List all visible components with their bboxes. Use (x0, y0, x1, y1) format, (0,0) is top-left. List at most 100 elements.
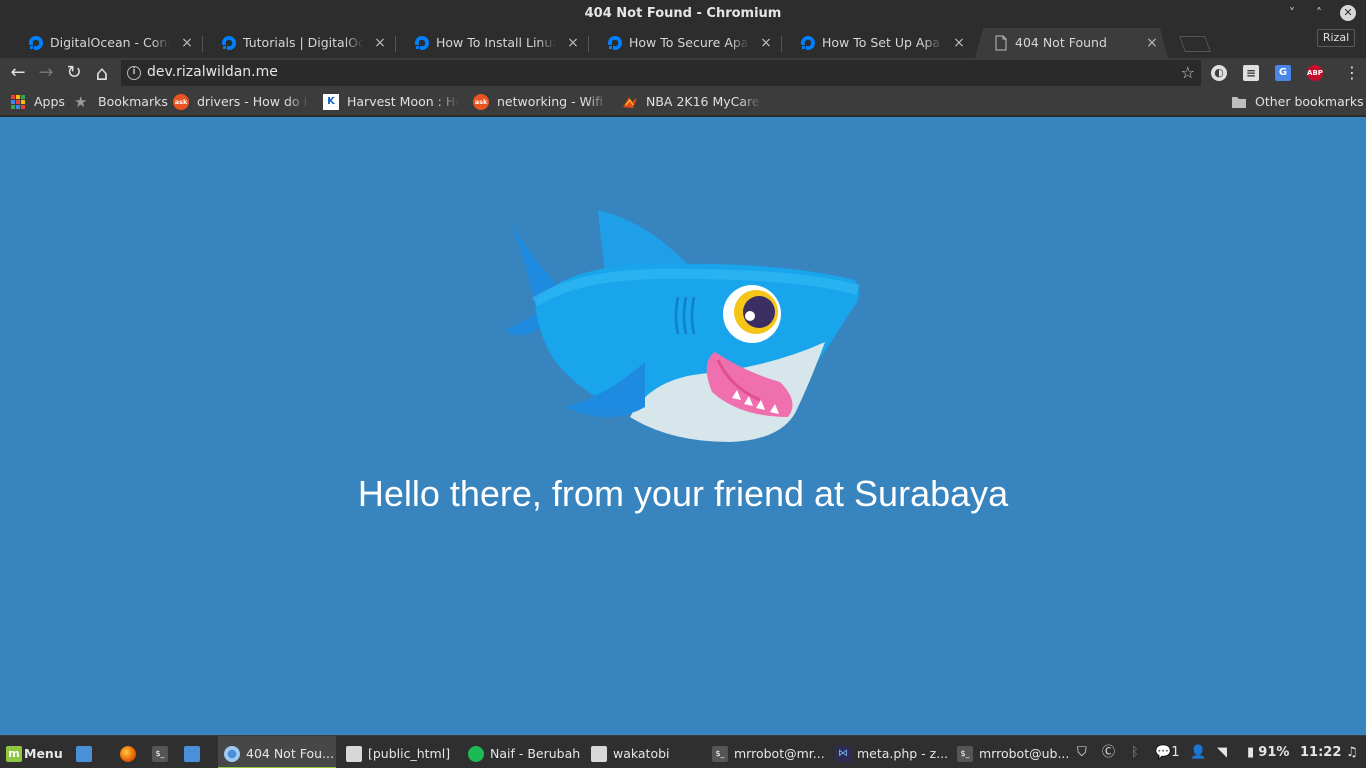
terminal-launcher[interactable]: $_ (152, 736, 174, 768)
shield-icon[interactable]: ⛉ (1077, 736, 1087, 768)
tab-tutorials[interactable]: Tutorials | DigitalOcean × (203, 28, 396, 58)
chromium-icon (224, 745, 240, 762)
show-desktop-button[interactable] (76, 736, 98, 768)
tab-strip: DigitalOcean - Control Panel × Tutorials… (0, 28, 1366, 58)
music-note-icon[interactable]: ♫ (1346, 736, 1358, 768)
page-content: Hello there, from your friend at Surabay… (0, 117, 1366, 735)
tab-apache-virtual-hosts[interactable]: How To Set Up Apache Virtual × (782, 28, 975, 58)
taskbar-window-terminal-1[interactable]: $_ mrrobot@mr... (706, 736, 825, 768)
bookmark-label: networking - Wifi pro (497, 94, 609, 109)
kaskus-icon: K (323, 94, 339, 110)
bluetooth-icon[interactable]: ᛒ (1131, 736, 1139, 768)
reader-extension-icon[interactable]: ≡ (1243, 65, 1259, 81)
taskbar-window-spotify[interactable]: Naif - Berubah (462, 736, 580, 768)
bookmark-harvest-moon[interactable]: K Harvest Moon : Hero (323, 93, 461, 111)
shark-illustration (505, 210, 860, 442)
adblock-plus-icon[interactable]: ABP (1307, 65, 1323, 81)
window-label: Naif - Berubah (490, 746, 581, 761)
bookmark-label: NBA 2K16 MyCareer (646, 94, 762, 109)
tab-label: How To Secure Apache with (629, 35, 749, 50)
tab-close-icon[interactable]: × (372, 35, 388, 51)
window-label: mrrobot@ub... (979, 746, 1070, 761)
clock[interactable]: 11:22 (1300, 736, 1341, 768)
google-translate-icon[interactable]: G (1275, 65, 1291, 81)
wifi-icon[interactable]: ◥ (1217, 736, 1227, 768)
new-tab-button[interactable] (1179, 36, 1211, 52)
notification-count: 1 (1171, 745, 1180, 760)
tab-digitalocean-control-panel[interactable]: DigitalOcean - Control Panel × (10, 28, 203, 58)
window-titlebar: 404 Not Found - Chromium ˅ ˄ ✕ (0, 0, 1366, 28)
battery-tray[interactable]: ▮ 91% (1247, 736, 1289, 768)
reload-icon[interactable]: ↻ (63, 62, 85, 84)
tab-close-icon[interactable]: × (951, 35, 967, 51)
page-icon (995, 35, 1007, 51)
files-launcher[interactable] (184, 736, 206, 768)
taskbar-window-chromium[interactable]: 404 Not Fou... (218, 736, 336, 768)
tab-label: How To Set Up Apache Virtual (822, 35, 942, 50)
close-window-button[interactable]: ✕ (1340, 5, 1356, 21)
bookmarks-bar: Apps ★ Bookmarks ask drivers - How do I … (0, 88, 1366, 116)
window-label: mrrobot@mr... (734, 746, 825, 761)
folder-icon (346, 745, 362, 762)
bookmark-label: Harvest Moon : Hero (347, 94, 459, 109)
dark-mode-extension-icon[interactable]: ◐ (1211, 65, 1227, 81)
terminal-icon: $_ (152, 745, 168, 762)
bookmark-networking[interactable]: ask networking - Wifi pro (473, 93, 611, 111)
bookmark-label: Other bookmarks (1255, 94, 1364, 109)
notifications-tray[interactable]: 💬1 (1155, 736, 1179, 768)
spotify-icon (468, 745, 484, 762)
clipboard-c-icon[interactable]: Ⓒ (1102, 736, 1115, 768)
menu-label: Menu (24, 746, 63, 761)
site-info-icon[interactable]: i (127, 66, 141, 80)
window-label: [public_html] (368, 746, 451, 761)
tab-close-icon[interactable]: × (758, 35, 774, 51)
bookmark-nba-2k16[interactable]: NBA 2K16 MyCareer (622, 93, 762, 111)
folder-icon (1232, 97, 1246, 108)
maximize-button[interactable]: ˄ (1311, 5, 1327, 21)
menu-kebab-icon[interactable]: ⋮ (1344, 63, 1360, 82)
window-label: meta.php - z... (857, 746, 949, 761)
start-menu-button[interactable]: m Menu (6, 736, 64, 768)
askubuntu-icon: ask (173, 94, 189, 110)
tab-label: 404 Not Found (1015, 35, 1107, 50)
chat-bubble-icon: 💬 (1155, 745, 1172, 760)
taskbar-window-vscode[interactable]: ⋈ meta.php - z... (829, 736, 949, 768)
forward-icon[interactable]: → (35, 62, 57, 84)
user-icon[interactable]: 👤 (1190, 736, 1206, 768)
tab-secure-apache[interactable]: How To Secure Apache with × (589, 28, 782, 58)
taskbar-window-terminal-2[interactable]: $_ mrrobot@ub... (951, 736, 1069, 768)
battery-percent: 91% (1258, 745, 1290, 760)
folder-icon (184, 745, 200, 762)
tab-404-not-found[interactable]: 404 Not Found × (975, 28, 1168, 58)
bookmark-drivers[interactable]: ask drivers - How do I get (173, 93, 311, 111)
tab-label: DigitalOcean - Control Panel (50, 35, 170, 50)
minimize-button[interactable]: ˅ (1284, 5, 1300, 21)
back-icon[interactable]: ← (7, 62, 29, 84)
tab-label: Tutorials | DigitalOcean (243, 35, 363, 50)
tab-close-icon[interactable]: × (1144, 35, 1160, 51)
bookmark-folder-bookmarks[interactable]: ★ Bookmarks (74, 93, 168, 111)
taskbar-window-wakatobi[interactable]: wakatobi (585, 736, 700, 768)
bookmark-label: drivers - How do I get (197, 94, 309, 109)
folder-icon (591, 745, 607, 762)
window-title: 404 Not Found - Chromium (584, 6, 782, 21)
bookmark-apps[interactable]: Apps (10, 93, 70, 111)
address-bar[interactable]: i dev.rizalwildan.me ☆ (121, 60, 1201, 86)
tab-close-icon[interactable]: × (565, 35, 581, 51)
home-icon[interactable]: ⌂ (91, 62, 113, 84)
tab-close-icon[interactable]: × (179, 35, 195, 51)
star-icon: ★ (74, 93, 88, 111)
taskbar-window-public-html[interactable]: [public_html] (340, 736, 455, 768)
vscode-icon: ⋈ (835, 745, 851, 762)
window-label: 404 Not Fou... (246, 746, 334, 761)
bookmark-label: Apps (34, 94, 65, 109)
firefox-launcher[interactable] (120, 736, 142, 768)
bookmark-star-icon[interactable]: ☆ (1181, 63, 1195, 82)
url-text[interactable]: dev.rizalwildan.me (147, 64, 278, 80)
desktop-icon (76, 745, 92, 762)
profile-button[interactable]: Rizal (1317, 29, 1355, 47)
tab-install-linux[interactable]: How To Install Linux, Apache × (396, 28, 589, 58)
firefox-icon (120, 745, 136, 762)
bookmark-other-bookmarks[interactable]: Other bookmarks (1231, 93, 1364, 111)
terminal-icon: $_ (712, 745, 728, 762)
